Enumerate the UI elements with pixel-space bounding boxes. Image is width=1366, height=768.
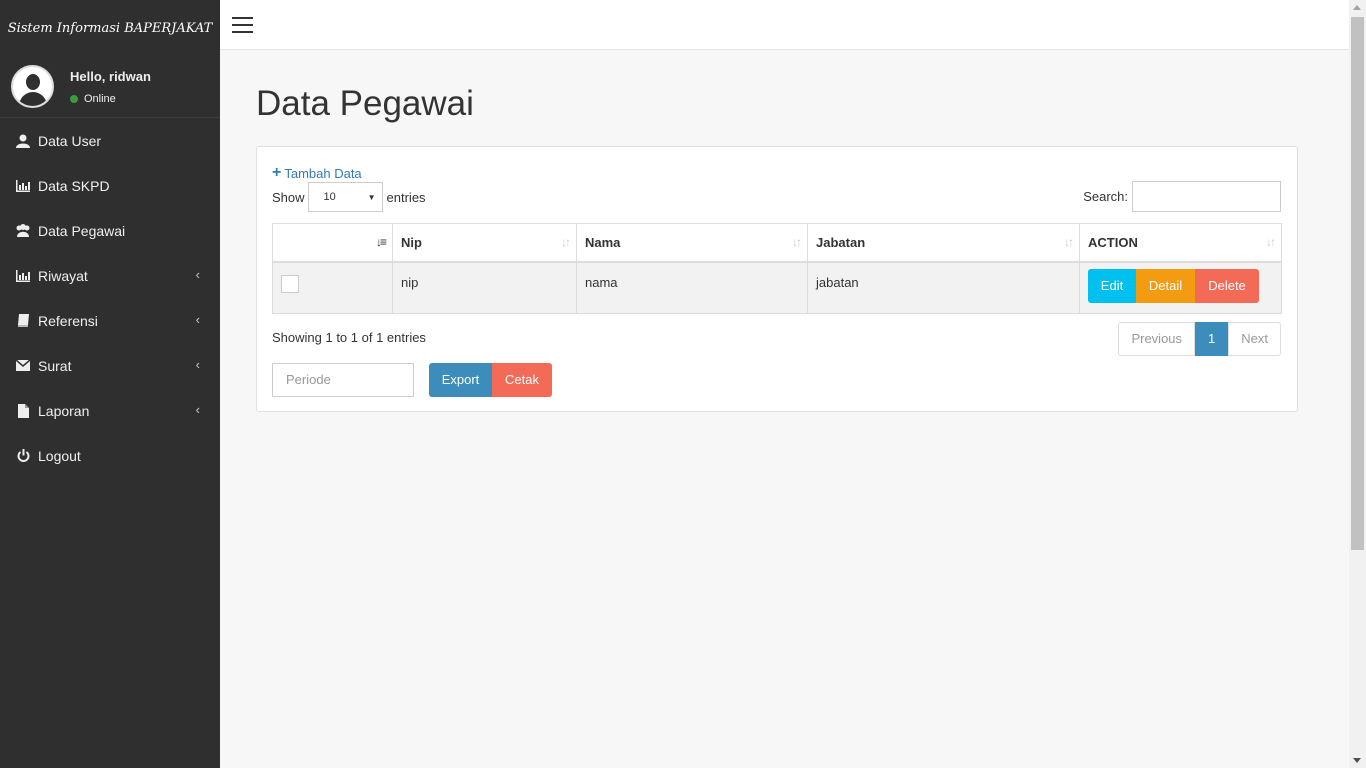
sidebar-item-logout[interactable]: Logout [0,433,220,478]
sidebar-item-riwayat[interactable]: Riwayat ‹ [0,253,220,298]
scrollbar[interactable] [1349,0,1366,768]
cetak-button[interactable]: Cetak [492,363,552,397]
bar-chart-icon [15,269,31,283]
sidebar-item-data-pegawai[interactable]: Data Pegawai [0,208,220,253]
row-checkbox-cell [272,261,393,314]
user-icon [15,134,31,148]
sidebar-item-data-user[interactable]: Data User [0,118,220,163]
sort-icon: ↓↑ [1266,235,1276,249]
cell-nama: nama [576,261,808,314]
cell-nip: nip [392,261,577,314]
file-icon [15,403,31,418]
user-status: Online [70,93,151,105]
chevron-left-icon: ‹ [195,357,200,372]
users-icon [15,224,31,238]
periode-input[interactable]: Periode [272,363,414,397]
bar-chart-icon [15,179,31,193]
page-title: Data Pegawai [256,84,474,123]
plus-icon: + [272,164,282,181]
pagination: Previous 1 Next [1118,322,1281,356]
search-input[interactable] [1132,181,1281,212]
sidebar-item-laporan[interactable]: Laporan ‹ [0,388,220,433]
sort-icon: ↓↑ [561,235,571,249]
caret-down-icon: ▼ [367,193,376,202]
topbar [220,0,1349,50]
tambah-data-link[interactable]: + Tambah Data [272,164,362,182]
sort-icon: ↓↑ [1064,235,1074,249]
sidebar-item-data-skpd[interactable]: Data SKPD [0,163,220,208]
detail-button[interactable]: Detail [1136,268,1195,303]
sidebar-menu: Data User Data SKPD Data Pegawai Riwayat… [0,118,220,478]
column-header-jabatan[interactable]: Jabatan ↓↑ [807,223,1080,263]
table-header-row: ↓≡ Nip ↓↑ Nama ↓↑ Jabatan ↓↑ ACTION ↓↑ [272,223,1282,263]
export-button[interactable]: Export [429,363,492,397]
chevron-left-icon: ‹ [195,312,200,327]
avatar [11,65,54,108]
scroll-up-icon[interactable] [1353,5,1361,10]
cell-jabatan: jabatan [807,261,1080,314]
column-header-nip[interactable]: Nip ↓↑ [392,223,577,263]
sidebar-item-surat[interactable]: Surat ‹ [0,343,220,388]
table-info: Showing 1 to 1 of 1 entries [272,330,426,345]
entries-length: Show 10 ▼ entries [272,182,426,212]
column-header-action[interactable]: ACTION ↓↑ [1079,223,1282,263]
search: Search: [1083,181,1281,212]
entries-select[interactable]: 10 ▼ [307,182,383,212]
table-row: nip nama jabatan Edit Detail Delete [272,261,1282,314]
user-panel: Hello, ridwan Online [0,56,220,118]
column-header-nama[interactable]: Nama ↓↑ [576,223,808,263]
sidebar: Sistem Informasi BAPERJAKAT Hello, ridwa… [0,0,220,768]
column-header-select[interactable]: ↓≡ [272,223,393,263]
app-title: Sistem Informasi BAPERJAKAT [7,20,213,36]
scroll-down-icon[interactable] [1353,758,1361,763]
pagination-page-1[interactable]: 1 [1195,322,1229,356]
chevron-left-icon: ‹ [195,402,200,417]
sort-icon: ↓↑ [792,235,802,249]
pagination-next[interactable]: Next [1228,322,1281,356]
edit-button[interactable]: Edit [1088,268,1136,303]
delete-button[interactable]: Delete [1195,268,1259,303]
envelope-icon [15,359,31,373]
book-icon [15,314,31,328]
data-panel: + Tambah Data Show 10 ▼ entries Search: … [256,146,1298,412]
pagination-previous[interactable]: Previous [1118,322,1196,356]
hamburger-menu-icon[interactable] [232,17,253,33]
sort-asc-icon: ↓≡ [375,235,387,249]
sidebar-item-referensi[interactable]: Referensi ‹ [0,298,220,343]
pegawai-table: ↓≡ Nip ↓↑ Nama ↓↑ Jabatan ↓↑ ACTION ↓↑ nip n… [272,223,1282,314]
online-dot-icon [70,94,78,103]
cell-actions: Edit Detail Delete [1079,261,1282,314]
row-checkbox[interactable] [281,274,299,293]
power-icon [15,449,31,463]
user-greeting: Hello, ridwan [70,68,151,84]
chevron-left-icon: ‹ [195,267,200,282]
scrollbar-thumb[interactable] [1351,17,1364,550]
